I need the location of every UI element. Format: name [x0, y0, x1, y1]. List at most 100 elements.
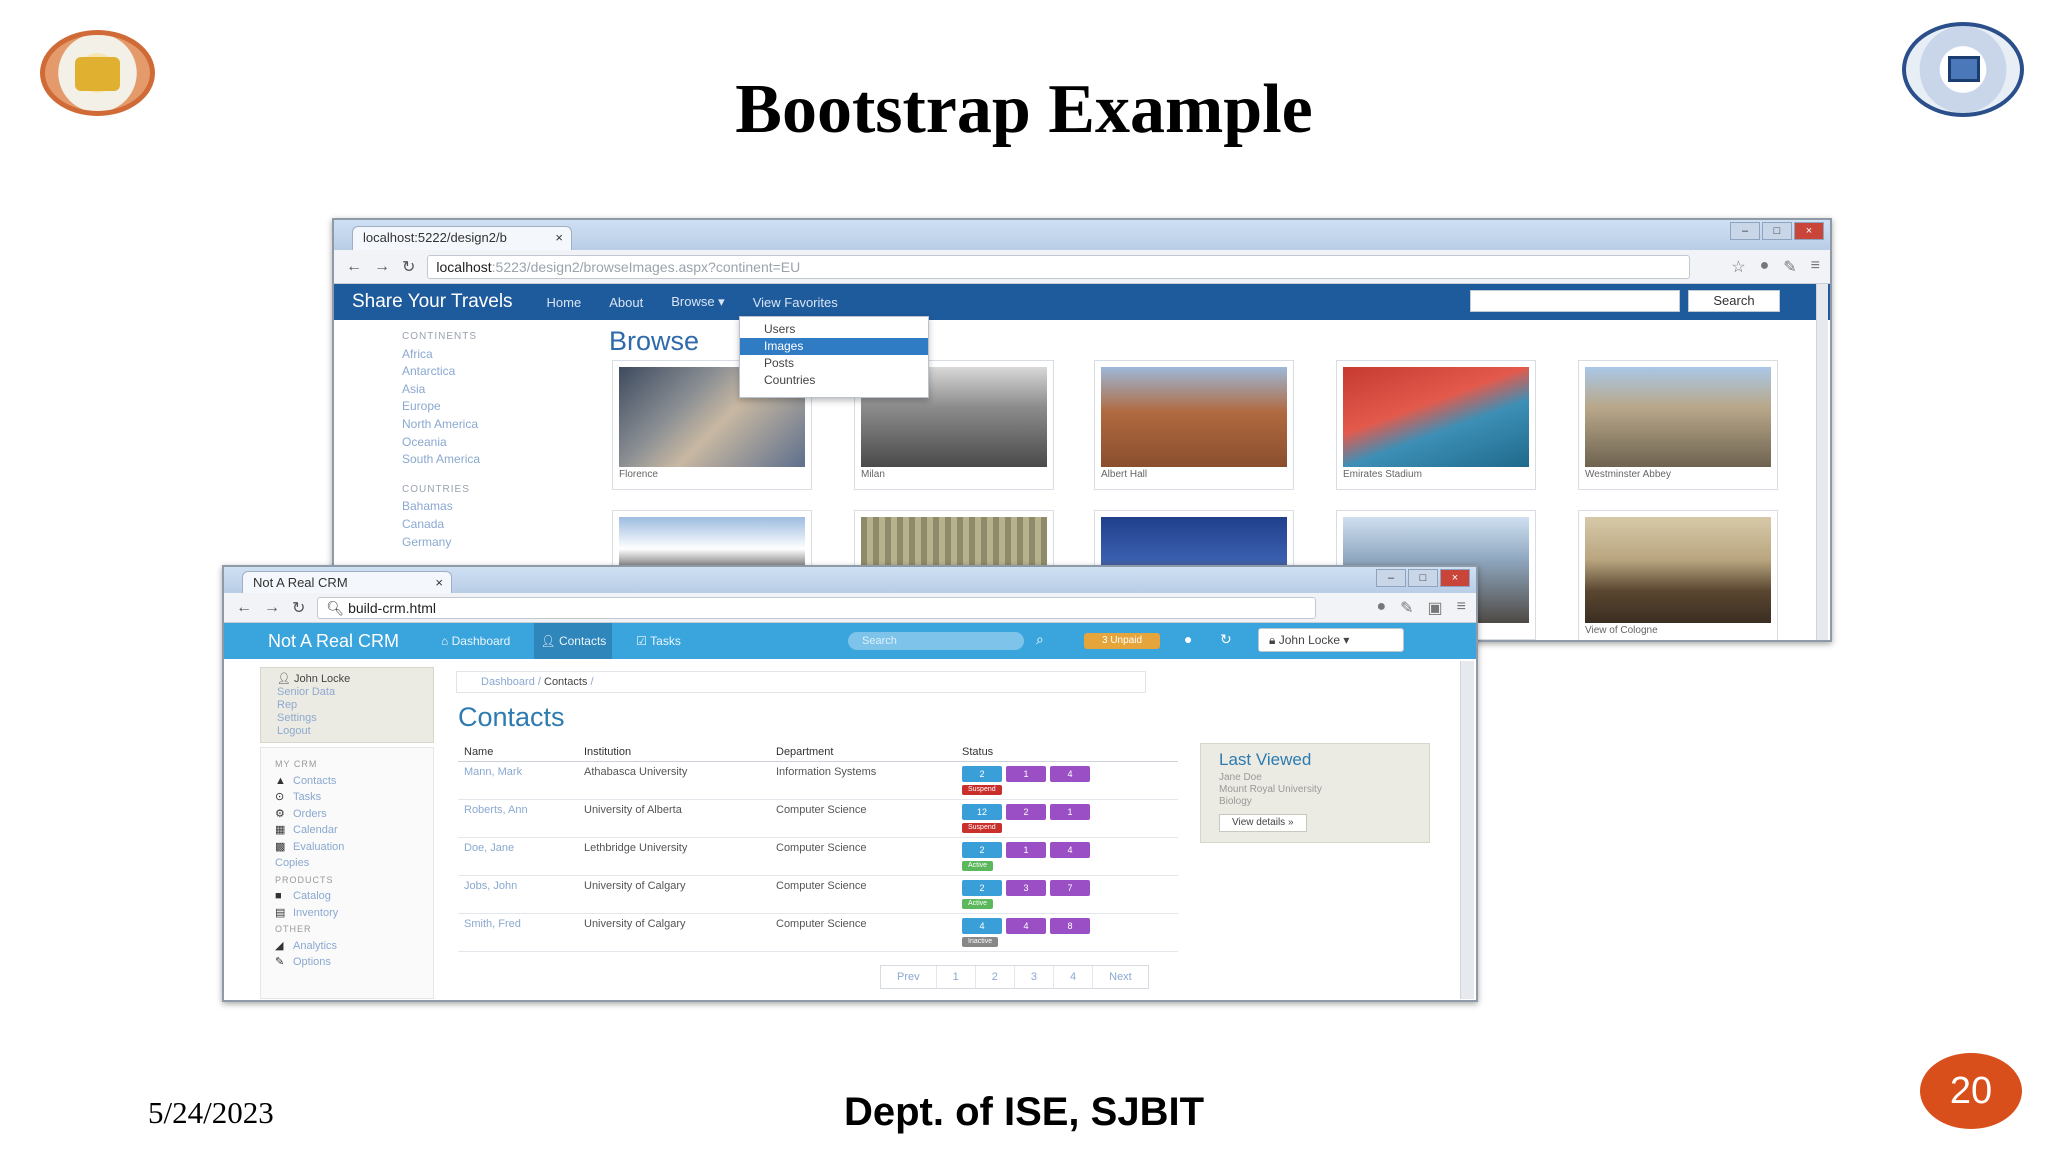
messages-pill[interactable]: 12: [962, 803, 1002, 820]
star-icon[interactable]: ☆: [1731, 257, 1745, 277]
pager-page-1[interactable]: 1: [937, 966, 976, 988]
back-icon[interactable]: ←: [346, 258, 362, 276]
tasks-pill[interactable]: 4: [1006, 917, 1046, 934]
tasks-pill[interactable]: 3: [1006, 879, 1046, 896]
nav-home[interactable]: Home: [547, 295, 582, 310]
messages-pill[interactable]: 4: [962, 917, 1002, 934]
notification-icon[interactable]: ●: [1184, 631, 1192, 647]
url-input[interactable]: localhost:5223/design2/browseImages.aspx…: [427, 254, 1690, 279]
forward-icon[interactable]: →: [264, 599, 280, 617]
menu-tasks[interactable]: ⊙ Tasks: [275, 789, 433, 806]
nav-dashboard[interactable]: ⌂ Dashboard: [435, 623, 516, 659]
close-window-icon[interactable]: ×: [1794, 222, 1824, 240]
tasks-pill[interactable]: 1: [1006, 841, 1046, 858]
messages-pill[interactable]: 2: [962, 841, 1002, 858]
app-icon[interactable]: ▣: [1428, 598, 1443, 618]
menu-calendar[interactable]: ▦ Calendar: [275, 822, 433, 839]
menu-copies[interactable]: Copies: [275, 855, 433, 872]
nav-tasks[interactable]: ☑ Tasks: [630, 623, 687, 659]
tools-icon[interactable]: ✎: [1400, 598, 1413, 618]
orders-pill[interactable]: 8: [1050, 917, 1090, 934]
orders-pill[interactable]: 4: [1050, 765, 1090, 782]
col-department[interactable]: Department: [770, 743, 956, 762]
pager-page-4[interactable]: 4: [1054, 966, 1094, 988]
menu-inventory[interactable]: ▤ Inventory: [275, 905, 433, 922]
view-details-button[interactable]: View details »: [1219, 814, 1307, 832]
maximize-icon[interactable]: □: [1408, 569, 1438, 587]
sidebar-link-bahamas[interactable]: Bahamas: [402, 498, 562, 516]
sidebar-link-europe[interactable]: Europe: [402, 398, 562, 416]
url-input[interactable]: 🔍︎ build-crm.html: [317, 596, 1316, 619]
browser-tab[interactable]: Not A Real CRM ×: [242, 571, 452, 593]
search-input[interactable]: [1470, 290, 1680, 312]
image-card-emirates-stadium[interactable]: Emirates Stadium: [1336, 360, 1536, 490]
crm-search-input[interactable]: Search: [848, 632, 1024, 650]
logout-link[interactable]: Logout: [277, 725, 433, 738]
site-brand[interactable]: Share Your Travels: [352, 291, 513, 313]
close-window-icon[interactable]: ×: [1440, 569, 1470, 587]
search-icon[interactable]: ⌕: [1036, 631, 1044, 648]
unpaid-badge[interactable]: 3 Unpaid: [1084, 633, 1160, 649]
settings-link[interactable]: Settings: [277, 712, 433, 725]
image-card-westminster-abbey[interactable]: Westminster Abbey: [1578, 360, 1778, 490]
dropdown-item-countries[interactable]: Countries: [740, 372, 928, 389]
sidebar-link-germany[interactable]: Germany: [402, 534, 562, 552]
menu-contacts[interactable]: ▲ Contacts: [275, 773, 433, 790]
contact-name[interactable]: Jobs, John: [458, 875, 578, 914]
pager-page-2[interactable]: 2: [976, 966, 1015, 988]
col-institution[interactable]: Institution: [578, 743, 770, 762]
dropdown-item-users[interactable]: Users: [740, 321, 928, 338]
back-icon[interactable]: ←: [236, 599, 252, 617]
scrollbar[interactable]: [1816, 284, 1828, 640]
pager-page-3[interactable]: 3: [1015, 966, 1054, 988]
minimize-icon[interactable]: –: [1376, 569, 1406, 587]
maximize-icon[interactable]: □: [1762, 222, 1792, 240]
contact-name[interactable]: Smith, Fred: [458, 913, 578, 952]
contact-name[interactable]: Mann, Mark: [458, 761, 578, 800]
search-button[interactable]: Search: [1688, 290, 1780, 312]
tasks-pill[interactable]: 2: [1006, 803, 1046, 820]
user-menu-button[interactable]: 🔒︎ John Locke ▾: [1258, 628, 1404, 652]
extension-icon[interactable]: ●: [1376, 598, 1386, 618]
sidebar-link-antarctica[interactable]: Antarctica: [402, 363, 562, 381]
menu-analytics[interactable]: ◢ Analytics: [275, 938, 433, 955]
pager-next[interactable]: Next: [1093, 966, 1148, 988]
menu-icon[interactable]: ≡: [1811, 257, 1820, 277]
reload-icon[interactable]: ↻: [292, 598, 305, 618]
sidebar-link-south-america[interactable]: South America: [402, 451, 562, 469]
tab-close-icon[interactable]: ×: [435, 572, 443, 593]
col-status[interactable]: Status: [956, 743, 1178, 762]
image-card-view-of-cologne[interactable]: View of Cologne: [1578, 510, 1778, 640]
dropdown-item-images[interactable]: Images: [740, 338, 928, 355]
col-name[interactable]: Name: [458, 743, 578, 762]
reload-icon[interactable]: ↻: [402, 257, 415, 277]
extension-icon[interactable]: ●: [1760, 257, 1770, 277]
menu-evaluation[interactable]: ▩ Evaluation: [275, 839, 433, 856]
orders-pill[interactable]: 4: [1050, 841, 1090, 858]
menu-options[interactable]: ✎ Options: [275, 954, 433, 971]
contact-name[interactable]: Roberts, Ann: [458, 799, 578, 838]
nav-about[interactable]: About: [609, 295, 643, 310]
tasks-pill[interactable]: 1: [1006, 765, 1046, 782]
sidebar-link-canada[interactable]: Canada: [402, 516, 562, 534]
pager-prev[interactable]: Prev: [881, 966, 937, 988]
breadcrumb-dashboard[interactable]: Dashboard: [481, 676, 535, 688]
forward-icon[interactable]: →: [374, 258, 390, 276]
orders-pill[interactable]: 7: [1050, 879, 1090, 896]
menu-catalog[interactable]: ■ Catalog: [275, 888, 433, 905]
tools-icon[interactable]: ✎: [1783, 257, 1796, 277]
menu-icon[interactable]: ≡: [1457, 598, 1466, 618]
refresh-icon[interactable]: ↻: [1220, 631, 1232, 648]
nav-contacts[interactable]: 👤︎ Contacts: [534, 623, 613, 659]
browser-tab[interactable]: localhost:5222/design2/b ×: [352, 226, 572, 250]
image-card-albert-hall[interactable]: Albert Hall: [1094, 360, 1294, 490]
orders-pill[interactable]: 1: [1050, 803, 1090, 820]
scrollbar[interactable]: [1460, 661, 1474, 999]
nav-browse[interactable]: Browse ▾: [671, 294, 725, 310]
sidebar-link-africa[interactable]: Africa: [402, 346, 562, 364]
dropdown-item-posts[interactable]: Posts: [740, 355, 928, 372]
nav-view-favorites[interactable]: View Favorites: [753, 295, 838, 310]
crm-brand[interactable]: Not A Real CRM: [268, 631, 399, 652]
minimize-icon[interactable]: –: [1730, 222, 1760, 240]
sidebar-link-asia[interactable]: Asia: [402, 381, 562, 399]
